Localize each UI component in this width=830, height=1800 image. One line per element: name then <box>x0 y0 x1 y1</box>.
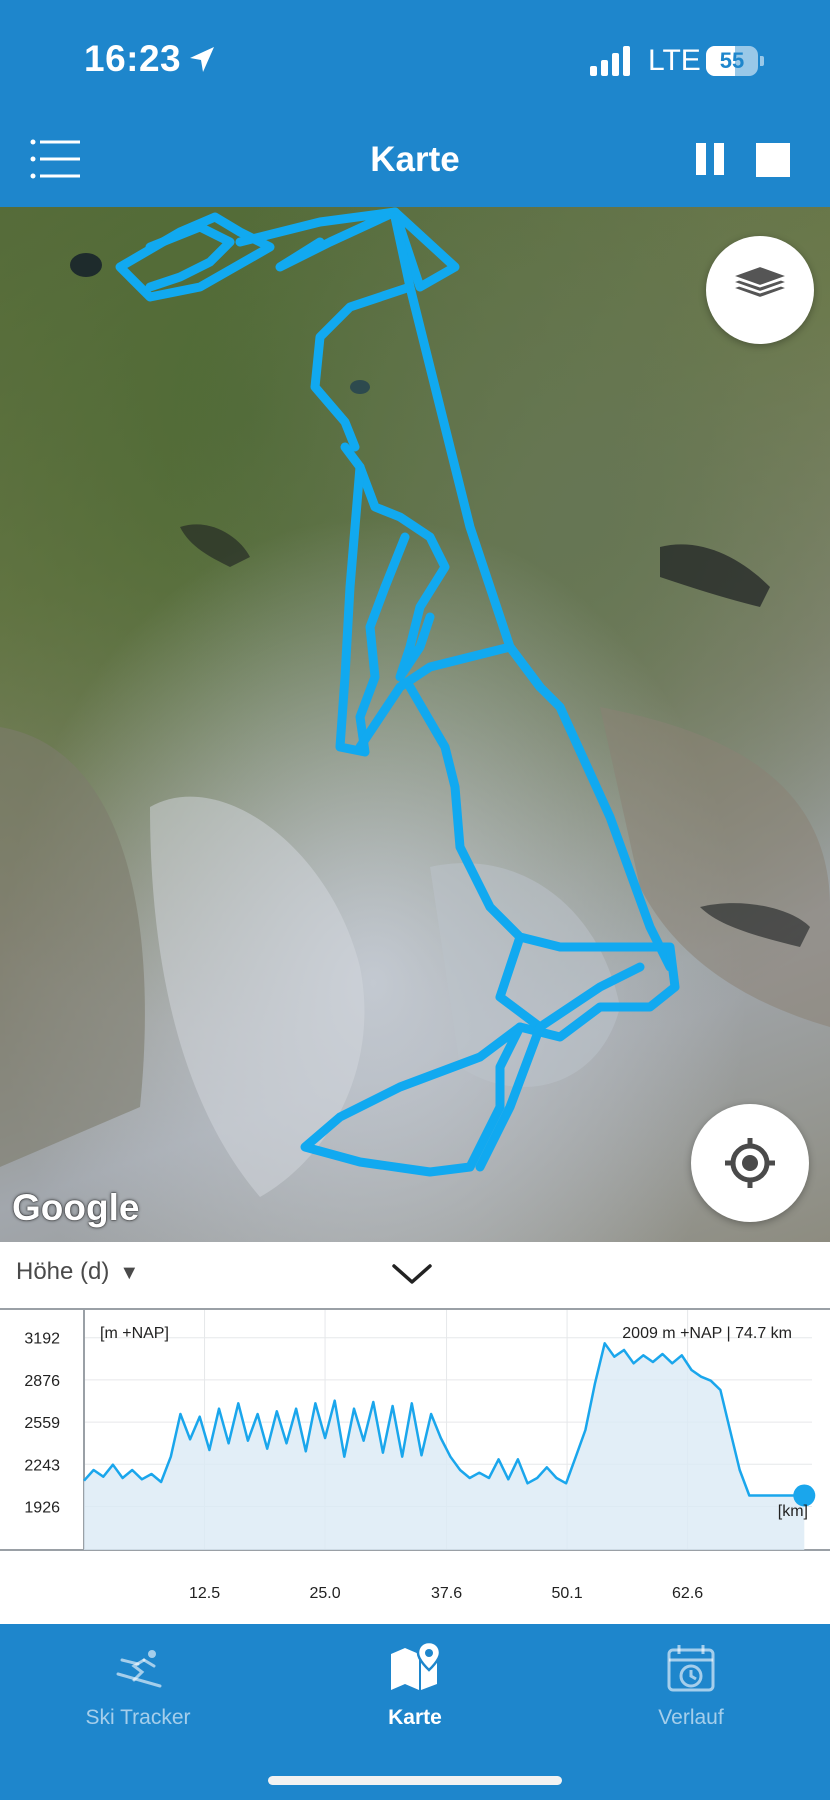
elevation-chart[interactable]: 3192 2876 2559 2243 1926 12.5 25.0 37.6 50.1 62.6… <box>0 1310 830 1624</box>
tab-karte[interactable]: Karte <box>295 1640 535 1750</box>
battery-percent: 55 <box>719 48 745 73</box>
x-tick-label: 50.1 <box>552 1585 583 1602</box>
crosshair-icon <box>725 1138 775 1188</box>
map-layers-button[interactable] <box>706 236 814 344</box>
metric-selector[interactable]: Höhe (d) ▼ <box>16 1258 139 1286</box>
cellular-signal-icon <box>590 46 630 76</box>
x-axis-label: [km] <box>778 1503 808 1520</box>
status-bar: 16:23 LTE 55 <box>0 0 830 110</box>
panel-header: Höhe (d) ▼ <box>0 1242 830 1310</box>
pause-icon <box>696 143 706 175</box>
x-tick-label: 37.6 <box>431 1585 462 1602</box>
chart-svg: 3192 2876 2559 2243 1926 12.5 25.0 37.6 50.1 62.6… <box>0 1310 830 1602</box>
tab-ski-tracker[interactable]: Ski Tracker <box>18 1640 258 1750</box>
y-tick-label: 2876 <box>24 1373 60 1390</box>
elevation-panel: Höhe (d) ▼ 3192 2876 2559 2243 1926 12.5 25.0 37… <box>0 1242 830 1624</box>
app-header: Karte <box>0 110 830 207</box>
bottom-navigation: Ski Tracker Karte Verlauf <box>0 1624 830 1800</box>
pause-button[interactable] <box>694 143 726 175</box>
position-readout: 2009 m +NAP | 74.7 km <box>622 1325 792 1342</box>
map-view[interactable]: Google <box>0 207 830 1242</box>
y-tick-label: 2243 <box>24 1457 60 1474</box>
y-tick-label: 3192 <box>24 1331 60 1348</box>
y-tick-label: 2559 <box>24 1415 60 1432</box>
layers-icon <box>729 264 791 300</box>
map-pin-icon <box>391 1640 442 1690</box>
home-indicator <box>268 1776 562 1785</box>
chevron-down-icon[interactable] <box>390 1258 434 1288</box>
tab-verlauf[interactable]: Verlauf <box>571 1640 811 1750</box>
calendar-clock-icon <box>667 1645 715 1692</box>
my-location-button[interactable] <box>691 1104 809 1222</box>
y-axis-label: [m +NAP] <box>100 1325 169 1342</box>
stop-button[interactable] <box>756 143 790 177</box>
network-type: LTE <box>648 44 701 77</box>
tab-label: Karte <box>388 1706 442 1729</box>
x-tick-label: 25.0 <box>309 1585 340 1602</box>
battery-icon: 55 <box>706 46 764 76</box>
tab-label: Verlauf <box>658 1706 724 1729</box>
y-tick-label: 1926 <box>24 1500 60 1517</box>
satellite-map <box>0 207 830 1242</box>
status-time: 16:23 <box>84 38 182 79</box>
location-arrow-icon <box>190 47 214 72</box>
x-tick-label: 62.6 <box>672 1585 703 1602</box>
metric-label: Höhe (d) <box>16 1258 110 1285</box>
dropdown-caret-icon: ▼ <box>119 1262 140 1284</box>
top-bar: 16:23 LTE 55 Karte <box>0 0 830 207</box>
skier-icon <box>116 1650 162 1688</box>
tab-label: Ski Tracker <box>85 1706 191 1729</box>
google-attribution: Google <box>12 1187 140 1228</box>
x-tick-label: 12.5 <box>189 1585 220 1602</box>
